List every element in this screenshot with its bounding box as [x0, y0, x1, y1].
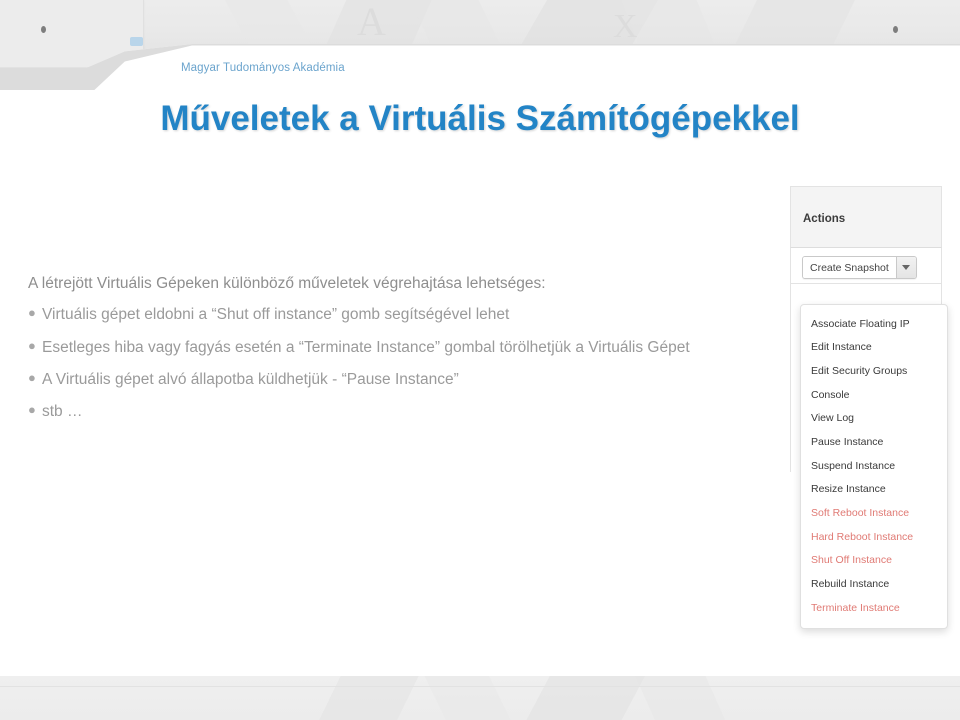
- footer-watermark-stripe: [626, 676, 738, 720]
- chevron-down-icon: [902, 265, 911, 270]
- list-item-label: stb …: [42, 403, 83, 421]
- watermark-letter-x-icon: X: [613, 8, 638, 45]
- list-item: ● A Virtuális gépet alvó állapotba küldh…: [28, 368, 758, 391]
- actions-panel-header: Actions: [790, 186, 942, 248]
- menu-item-view-log[interactable]: View Log: [801, 407, 947, 431]
- menu-item-rebuild-instance[interactable]: Rebuild Instance: [801, 573, 947, 597]
- watermark-letter-a-icon: A: [357, 0, 386, 44]
- bullet-dot-icon: ●: [28, 369, 36, 385]
- list-item-label: Virtuális gépet eldobni a “Shut off inst…: [42, 306, 510, 324]
- actions-panel-body: Create Snapshot: [790, 248, 942, 284]
- footer-watermark-stripe: [515, 676, 649, 720]
- actions-panel: Actions Create Snapshot: [790, 186, 942, 284]
- slide-body: A létrejött Virtuális Gépeken különböző …: [28, 273, 758, 432]
- menu-item-shut-off-instance[interactable]: Shut Off Instance: [801, 549, 947, 573]
- menu-item-suspend-instance[interactable]: Suspend Instance: [801, 454, 947, 478]
- actions-dropdown-menu: Associate Floating IP Edit Instance Edit…: [800, 304, 948, 629]
- menu-item-console[interactable]: Console: [801, 383, 947, 407]
- menu-item-associate-floating-ip[interactable]: Associate Floating IP: [801, 312, 947, 336]
- menu-item-edit-security-groups[interactable]: Edit Security Groups: [801, 359, 947, 383]
- footer-dot-right-icon: [893, 26, 898, 33]
- list-item-label: A Virtuális gépet alvó állapotba küldhet…: [42, 370, 459, 388]
- list-item-label: Esetleges hiba vagy fagyás esetén a “Ter…: [42, 338, 690, 356]
- menu-item-terminate-instance[interactable]: Terminate Instance: [801, 596, 947, 620]
- slide-footer-band: [0, 676, 960, 720]
- create-snapshot-button[interactable]: Create Snapshot: [803, 257, 896, 278]
- footer-watermark-stripe: [307, 676, 423, 720]
- bullet-dot-icon: ●: [28, 337, 36, 353]
- menu-item-pause-instance[interactable]: Pause Instance: [801, 430, 947, 454]
- menu-item-edit-instance[interactable]: Edit Instance: [801, 336, 947, 360]
- actions-dropdown-toggle[interactable]: [895, 257, 916, 278]
- lead-paragraph: A létrejött Virtuális Gépeken különböző …: [28, 275, 546, 292]
- slide: A X Magyar Tudományos Akadémia Műveletek…: [0, 0, 960, 720]
- organization-name: Magyar Tudományos Akadémia: [181, 62, 345, 74]
- bullet-dot-icon: ●: [28, 402, 36, 418]
- bullet-dot-icon: ●: [28, 305, 36, 321]
- list-item: ● stb …: [28, 400, 758, 423]
- page-title: Műveletek a Virtuális Számítógépekkel: [160, 99, 800, 138]
- list-item: ● Virtuális gépet eldobni a “Shut off in…: [28, 303, 758, 326]
- create-snapshot-split-button[interactable]: Create Snapshot: [802, 256, 917, 279]
- footer-watermark-stripe: [414, 676, 524, 720]
- footer-dot-left-icon: [41, 26, 46, 33]
- menu-item-hard-reboot-instance[interactable]: Hard Reboot Instance: [801, 525, 947, 549]
- menu-item-soft-reboot-instance[interactable]: Soft Reboot Instance: [801, 502, 947, 526]
- menu-item-resize-instance[interactable]: Resize Instance: [801, 478, 947, 502]
- list-item: ● Esetleges hiba vagy fagyás esetén a “T…: [28, 336, 758, 359]
- header-blue-accent-mark: [130, 37, 143, 46]
- footer-divider-secondary: [0, 686, 960, 687]
- actions-panel-title: Actions: [803, 213, 846, 225]
